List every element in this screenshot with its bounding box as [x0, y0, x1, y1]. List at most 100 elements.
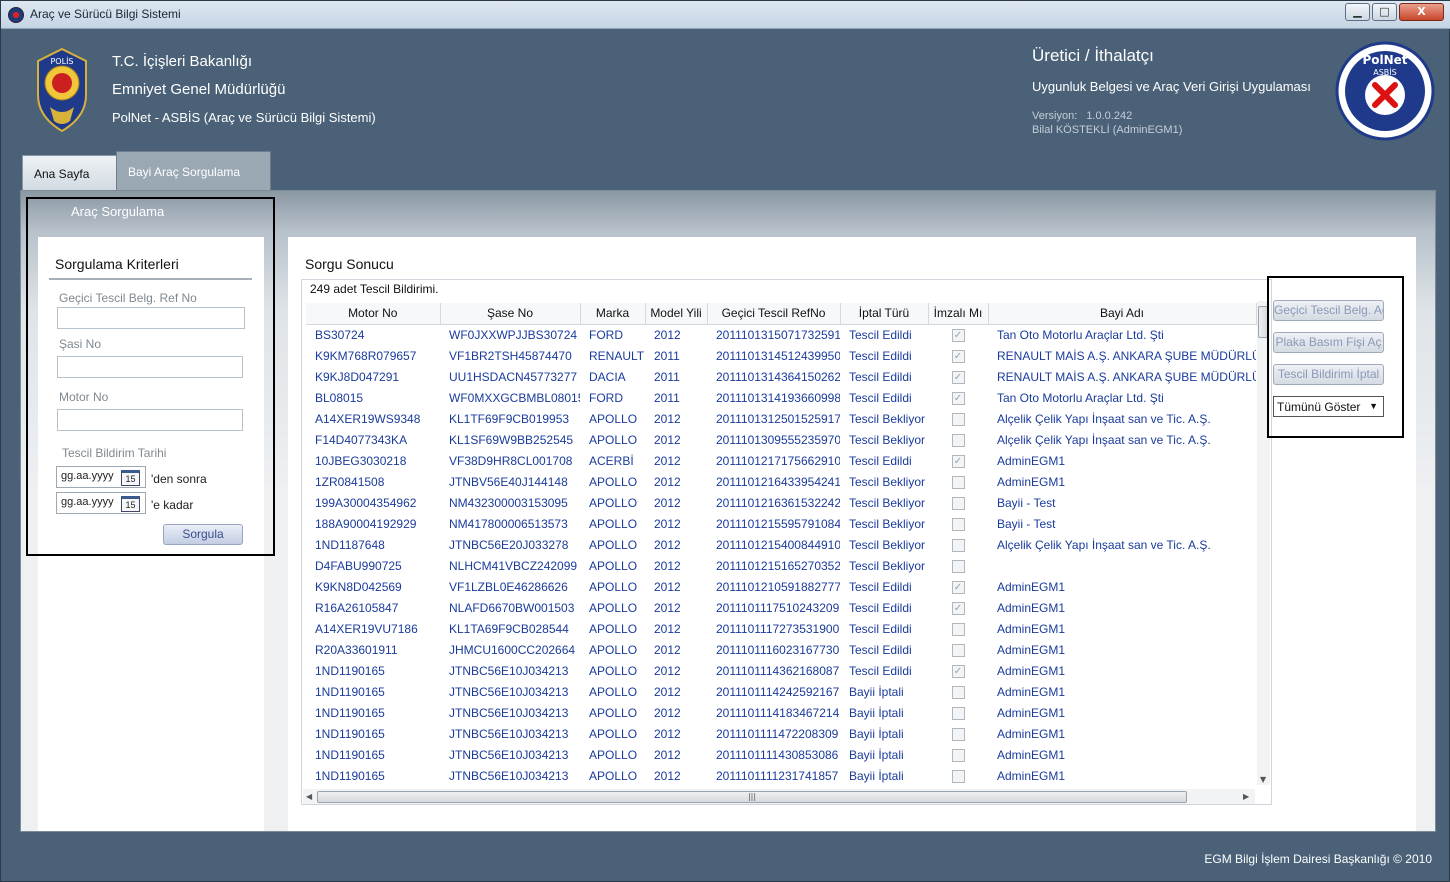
- table-cell: 2011101117273531900: [716, 621, 840, 636]
- title-bar[interactable]: Araç ve Sürücü Bilgi Sistemi ▁ □ X: [1, 1, 1450, 29]
- actions-highlight-box: [1267, 276, 1404, 438]
- table-cell: Tescil Bekliyor: [849, 495, 926, 510]
- table-row[interactable]: R20A33601911 JHMCU1600CC202664 APOLLO 2012 2…: [306, 639, 1256, 660]
- table-cell: 2011101314193660998: [716, 390, 840, 405]
- table-cell: 2012: [654, 768, 681, 783]
- table-row[interactable]: K9KN8D042569 VF1LZBL0E46286626 APOLLO 2012 2…: [306, 576, 1256, 597]
- column-header[interactable]: Motor No: [306, 303, 441, 325]
- table-cell: 1ND1190165: [315, 684, 385, 699]
- table-cell: 2012: [654, 432, 681, 447]
- minimize-button[interactable]: ▁: [1345, 3, 1370, 21]
- table-row[interactable]: 188A90004192929 NM417800006513573 APOLLO 20…: [306, 513, 1256, 534]
- table-row[interactable]: 1ND1190165 JTNBC56E10J034213 APOLLO 2012 201…: [306, 681, 1256, 702]
- table-cell: Bayii İptali: [849, 705, 904, 720]
- table-row[interactable]: A14XER19WS9348 KL1TF69F9CB019953 APOLLO 201…: [306, 408, 1256, 429]
- column-header[interactable]: Geçici Tescil RefNo: [707, 303, 841, 325]
- signed-checkbox: ✓: [951, 664, 965, 678]
- app-icon: [8, 7, 24, 23]
- table-cell: APOLLO: [589, 663, 638, 678]
- version-label: Versiyon:: [1032, 110, 1078, 122]
- signed-checkbox: [951, 706, 965, 720]
- table-cell: Tescil Edildi: [849, 453, 912, 468]
- table-row[interactable]: K9KM768R079657 VF1BR2TSH45874470 RENAULT 20…: [306, 345, 1256, 366]
- table-cell: 2012: [654, 327, 681, 342]
- column-header[interactable]: İptal Türü: [840, 303, 929, 325]
- table-row[interactable]: 1ND1187648 JTNBC56E20J033278 APOLLO 2012 201…: [306, 534, 1256, 555]
- scroll-right-arrow-icon[interactable]: ▶: [1243, 792, 1249, 801]
- table-cell: FORD: [589, 327, 623, 342]
- horizontal-scroll-thumb[interactable]: |||: [317, 791, 1187, 803]
- table-cell: AdminEGM1: [997, 726, 1066, 741]
- signed-checkbox: ✓: [951, 601, 965, 615]
- signed-checkbox: [951, 475, 965, 489]
- table-cell: Tescil Edildi: [849, 348, 912, 363]
- table-cell: Tescil Edildi: [849, 600, 912, 615]
- table-cell: JTNBC56E10J034213: [449, 663, 569, 678]
- table-row[interactable]: BS30724 WF0JXXWPJJBS30724 FORD 2012 20111013…: [306, 324, 1256, 345]
- table-cell: 2012: [654, 621, 681, 636]
- table-cell: WF0JXXWPJJBS30724: [449, 327, 578, 342]
- column-header[interactable]: Bayi Adı: [988, 303, 1257, 325]
- table-row[interactable]: 199A30004354962 NM432300003153095 APOLLO 20…: [306, 492, 1256, 513]
- column-header[interactable]: Marka: [580, 303, 646, 325]
- table-row[interactable]: 1ND1190165 JTNBC56E10J034213 APOLLO 2012 201…: [306, 723, 1256, 744]
- table-cell: Tescil Bekliyor: [849, 474, 926, 489]
- tab-ana-sayfa[interactable]: Ana Sayfa: [22, 155, 117, 195]
- table-cell: AdminEGM1: [997, 684, 1066, 699]
- maximize-button[interactable]: □: [1372, 3, 1397, 21]
- signed-cell: ✓: [928, 576, 988, 597]
- signed-checkbox: [951, 517, 965, 531]
- table-row[interactable]: 1ZR0841508 JTNBV56E40J144148 APOLLO 2012 201…: [306, 471, 1256, 492]
- table-row[interactable]: 1ND1190165 JTNBC56E10J034213 APOLLO 2012 201…: [306, 702, 1256, 723]
- signed-checkbox: ✓: [951, 391, 965, 405]
- table-cell: AdminEGM1: [997, 453, 1066, 468]
- table-row[interactable]: R16A26105847 NLAFD6670BW001503 APOLLO 2012 2…: [306, 597, 1256, 618]
- table-cell: VF1BR2TSH45874470: [449, 348, 572, 363]
- table-cell: APOLLO: [589, 684, 638, 699]
- table-cell: R16A26105847: [315, 600, 399, 615]
- signed-checkbox: [951, 538, 965, 552]
- table-cell: Bayii - Test: [997, 516, 1056, 531]
- table-cell: 2011101215595791084: [716, 516, 840, 531]
- table-cell: 2011101215165270352: [716, 558, 840, 573]
- table-cell: Tescil Edildi: [849, 663, 912, 678]
- table-row[interactable]: 1ND1190165 JTNBC56E10J034213 APOLLO 2012 201…: [306, 765, 1256, 786]
- table-cell: JTNBC56E20J033278: [449, 537, 569, 552]
- signed-cell: [928, 702, 988, 723]
- table-cell: APOLLO: [589, 768, 638, 783]
- table-cell: RENAULT MAİS A.Ş. ANKARA ŞUBE MÜDÜRLÜĞÜ: [997, 348, 1256, 363]
- police-emblem-icon: POLİS: [37, 47, 87, 133]
- results-title: Sorgu Sonucu: [305, 256, 394, 272]
- column-header[interactable]: Model Yili: [645, 303, 708, 325]
- column-header[interactable]: Şase No: [440, 303, 581, 325]
- scroll-down-arrow-icon[interactable]: ▼: [1260, 775, 1266, 784]
- table-row[interactable]: 10JBEG3030218 VF38D9HR8CL001708 ACERBİ 2012…: [306, 450, 1256, 471]
- column-header[interactable]: İmzalı Mı: [928, 303, 989, 325]
- signed-checkbox: [951, 727, 965, 741]
- table-cell: NM432300003153095: [449, 495, 568, 510]
- table-cell: 2011: [654, 390, 680, 405]
- table-cell: JHMCU1600CC202664: [449, 642, 576, 657]
- tab-bayi-arac-sorgulama[interactable]: Bayi Araç Sorgulama: [116, 151, 271, 195]
- signed-checkbox: [951, 643, 965, 657]
- table-cell: Bayii İptali: [849, 726, 904, 741]
- table-cell: KL1TA69F9CB028544: [449, 621, 569, 636]
- table-cell: Tescil Bekliyor: [849, 558, 926, 573]
- table-row[interactable]: D4FABU990725 NLHCM41VBCZ242099 APOLLO 2012 2…: [306, 555, 1256, 576]
- table-row[interactable]: 1ND1190165 JTNBC56E10J034213 APOLLO 2012 201…: [306, 660, 1256, 681]
- table-cell: APOLLO: [589, 516, 638, 531]
- table-row[interactable]: A14XER19VU7186 KL1TA69F9CB028544 APOLLO 201…: [306, 618, 1256, 639]
- table-row[interactable]: BL08015 WF0MXXGCBMBL08015 FORD 2011 20111013…: [306, 387, 1256, 408]
- table-cell: Tescil Edildi: [849, 327, 912, 342]
- signed-cell: ✓: [928, 660, 988, 681]
- system-title: PolNet - ASBİS (Araç ve Sürücü Bilgi Sis…: [112, 110, 376, 125]
- table-cell: Tescil Edildi: [849, 369, 912, 384]
- table-row[interactable]: 1ND1190165 JTNBC56E10J034213 APOLLO 2012 201…: [306, 744, 1256, 765]
- signed-checkbox: [951, 748, 965, 762]
- scroll-left-arrow-icon[interactable]: ◀: [306, 792, 312, 801]
- table-header-row: Motor No Şase No Marka Model Yili Geçici Tes…: [306, 303, 1257, 325]
- table-row[interactable]: F14D4077343KA KL1SF69W9BB252545 APOLLO 2012…: [306, 429, 1256, 450]
- table-row[interactable]: K9KJ8D047291 UU1HSDACN45773277 DACIA 2011 20…: [306, 366, 1256, 387]
- table-cell: JTNBC56E10J034213: [449, 747, 569, 762]
- close-button[interactable]: X: [1399, 3, 1444, 21]
